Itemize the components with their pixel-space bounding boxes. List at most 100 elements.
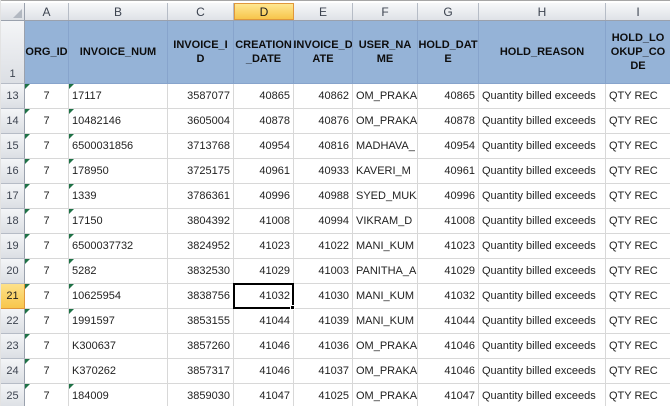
cell-F25[interactable]: OM_PRAKA xyxy=(353,384,418,406)
cell-G19[interactable]: 41023 xyxy=(418,234,479,259)
cell-B15[interactable]: 6500031856 xyxy=(69,134,168,159)
cell-I23[interactable]: QTY REC xyxy=(606,334,670,359)
cell-A19[interactable]: 7 xyxy=(25,234,69,259)
column-header-I[interactable]: I xyxy=(606,3,670,20)
column-header-G[interactable]: G xyxy=(418,3,479,20)
cell-I15[interactable]: QTY REC xyxy=(606,134,670,159)
cell-B20[interactable]: 5282 xyxy=(69,259,168,284)
cell-C18[interactable]: 3804392 xyxy=(168,209,234,234)
cell-H14[interactable]: Quantity billed exceeds xyxy=(479,109,606,134)
cell-E13[interactable]: 40862 xyxy=(294,84,353,109)
cell-I16[interactable]: QTY REC xyxy=(606,159,670,184)
field-header-G[interactable]: HOLD_DAT E xyxy=(418,21,479,84)
cell-F17[interactable]: SYED_MUKA xyxy=(353,184,418,209)
cell-F21[interactable]: MANI_KUM xyxy=(353,284,418,309)
field-header-H[interactable]: HOLD_REASON xyxy=(479,21,606,84)
cell-G18[interactable]: 41008 xyxy=(418,209,479,234)
cell-F14[interactable]: OM_PRAKA xyxy=(353,109,418,134)
cell-B19[interactable]: 6500037732 xyxy=(69,234,168,259)
cell-E18[interactable]: 40994 xyxy=(294,209,353,234)
cell-D17[interactable]: 40996 xyxy=(234,184,294,209)
column-header-C[interactable]: C xyxy=(168,3,234,20)
cell-A17[interactable]: 7 xyxy=(25,184,69,209)
field-header-E[interactable]: INVOICE_D ATE xyxy=(294,21,353,84)
cell-G23[interactable]: 41046 xyxy=(418,334,479,359)
select-all-button[interactable] xyxy=(1,3,25,20)
cell-H21[interactable]: Quantity billed exceeds xyxy=(479,284,606,309)
field-header-D[interactable]: CREATION _DATE xyxy=(234,21,294,84)
cell-B23[interactable]: K300637 xyxy=(69,334,168,359)
cell-D14[interactable]: 40878 xyxy=(234,109,294,134)
cell-F16[interactable]: KAVERI_M xyxy=(353,159,418,184)
cell-F24[interactable]: OM_PRAKA xyxy=(353,359,418,384)
column-header-D[interactable]: D xyxy=(234,3,294,20)
cell-F18[interactable]: VIKRAM_D xyxy=(353,209,418,234)
cell-G25[interactable]: 41047 xyxy=(418,384,479,406)
row-header-19[interactable]: 19 xyxy=(1,234,25,259)
cell-B21[interactable]: 10625954 xyxy=(69,284,168,309)
cell-H20[interactable]: Quantity billed exceeds xyxy=(479,259,606,284)
cell-F23[interactable]: OM_PRAKA xyxy=(353,334,418,359)
field-header-I[interactable]: HOLD_LO OKUP_CO DE xyxy=(606,21,670,84)
cell-I17[interactable]: QTY REC xyxy=(606,184,670,209)
cell-C16[interactable]: 3725175 xyxy=(168,159,234,184)
cell-B16[interactable]: 178950 xyxy=(69,159,168,184)
cell-A21[interactable]: 7 xyxy=(25,284,69,309)
cell-I21[interactable]: QTY REC xyxy=(606,284,670,309)
row-header-14[interactable]: 14 xyxy=(1,109,25,134)
cell-D22[interactable]: 41044 xyxy=(234,309,294,334)
cell-A20[interactable]: 7 xyxy=(25,259,69,284)
cell-A24[interactable]: 7 xyxy=(25,359,69,384)
cell-G15[interactable]: 40954 xyxy=(418,134,479,159)
cell-A15[interactable]: 7 xyxy=(25,134,69,159)
cell-B18[interactable]: 17150 xyxy=(69,209,168,234)
cell-H16[interactable]: Quantity billed exceeds xyxy=(479,159,606,184)
row-header-18[interactable]: 18 xyxy=(1,209,25,234)
cell-D13[interactable]: 40865 xyxy=(234,84,294,109)
cell-B22[interactable]: 1991597 xyxy=(69,309,168,334)
column-header-E[interactable]: E xyxy=(294,3,353,20)
cell-E24[interactable]: 41037 xyxy=(294,359,353,384)
cell-E23[interactable]: 41036 xyxy=(294,334,353,359)
cell-E17[interactable]: 40988 xyxy=(294,184,353,209)
cell-G13[interactable]: 40865 xyxy=(418,84,479,109)
cell-D20[interactable]: 41029 xyxy=(234,259,294,284)
cell-F22[interactable]: MANI_KUM xyxy=(353,309,418,334)
column-header-F[interactable]: F xyxy=(353,3,418,20)
cell-D19[interactable]: 41023 xyxy=(234,234,294,259)
row-header-17[interactable]: 17 xyxy=(1,184,25,209)
cell-E19[interactable]: 41022 xyxy=(294,234,353,259)
cell-A23[interactable]: 7 xyxy=(25,334,69,359)
cell-C23[interactable]: 3857260 xyxy=(168,334,234,359)
cell-C25[interactable]: 3859030 xyxy=(168,384,234,406)
cell-G20[interactable]: 41029 xyxy=(418,259,479,284)
cell-I22[interactable]: QTY REC xyxy=(606,309,670,334)
cell-H19[interactable]: Quantity billed exceeds xyxy=(479,234,606,259)
row-header-21[interactable]: 21 xyxy=(1,284,25,309)
cell-A18[interactable]: 7 xyxy=(25,209,69,234)
cell-C19[interactable]: 3824952 xyxy=(168,234,234,259)
cell-H13[interactable]: Quantity billed exceeds xyxy=(479,84,606,109)
fill-handle[interactable] xyxy=(290,305,295,310)
cell-H15[interactable]: Quantity billed exceeds xyxy=(479,134,606,159)
cell-B24[interactable]: K370262 xyxy=(69,359,168,384)
cell-E20[interactable]: 41003 xyxy=(294,259,353,284)
cell-D25[interactable]: 41047 xyxy=(234,384,294,406)
column-header-B[interactable]: B xyxy=(69,3,168,20)
cell-C21[interactable]: 3838756 xyxy=(168,284,234,309)
cell-H25[interactable]: Quantity billed exceeds xyxy=(479,384,606,406)
cell-C24[interactable]: 3857317 xyxy=(168,359,234,384)
row-header-13[interactable]: 13 xyxy=(1,84,25,109)
cell-F15[interactable]: MADHAVA_ xyxy=(353,134,418,159)
cell-H23[interactable]: Quantity billed exceeds xyxy=(479,334,606,359)
cell-A16[interactable]: 7 xyxy=(25,159,69,184)
cell-C15[interactable]: 3713768 xyxy=(168,134,234,159)
field-header-C[interactable]: INVOICE_I D xyxy=(168,21,234,84)
cell-I14[interactable]: QTY REC xyxy=(606,109,670,134)
cell-E14[interactable]: 40876 xyxy=(294,109,353,134)
row-header-16[interactable]: 16 xyxy=(1,159,25,184)
row-header-20[interactable]: 20 xyxy=(1,259,25,284)
cell-A22[interactable]: 7 xyxy=(25,309,69,334)
cell-G14[interactable]: 40878 xyxy=(418,109,479,134)
cell-E25[interactable]: 41025 xyxy=(294,384,353,406)
